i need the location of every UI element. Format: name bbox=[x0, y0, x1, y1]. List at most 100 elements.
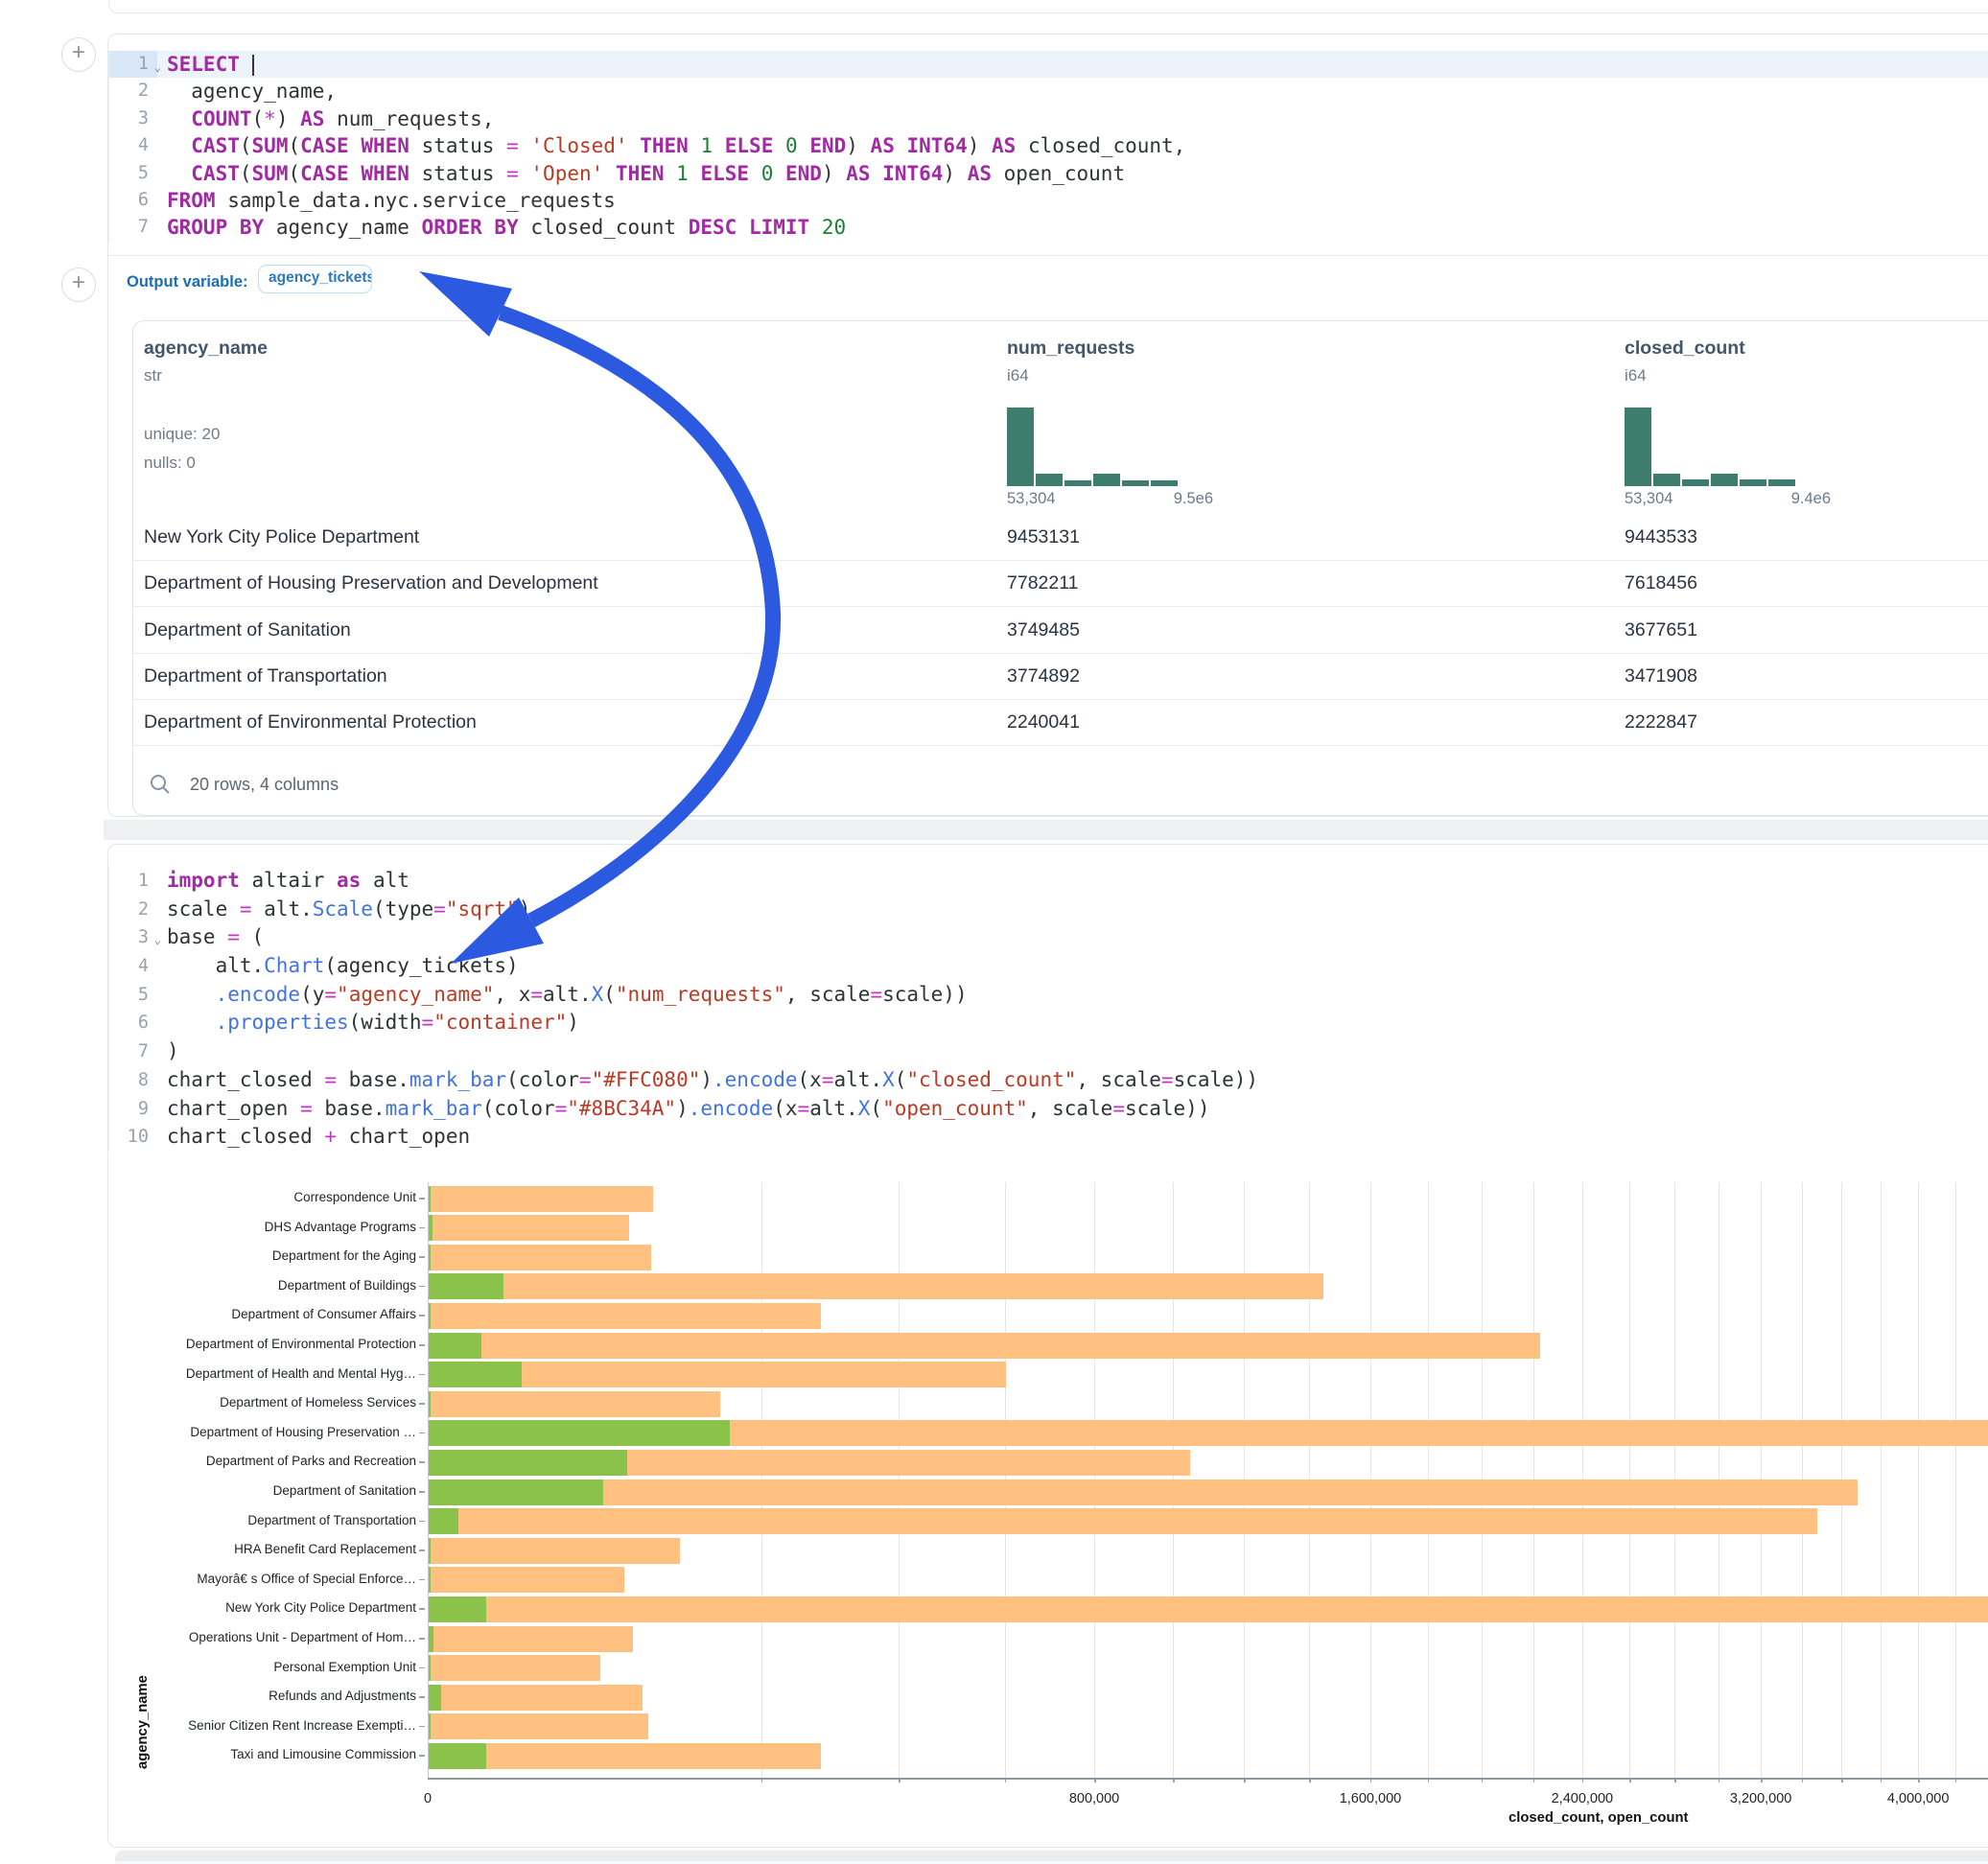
y-axis-tick bbox=[419, 1461, 425, 1463]
python-cell-card: 1import altair as alt2scale = alt.Scale(… bbox=[107, 844, 1988, 1848]
line-number: 2 bbox=[108, 896, 157, 924]
output-variable-label: Output variable: bbox=[127, 273, 248, 291]
table-cell: Department of Transportation bbox=[144, 665, 387, 687]
column-type: i64 bbox=[1007, 366, 1029, 385]
y-axis-tick bbox=[419, 1726, 425, 1728]
table-cell: 2222847 bbox=[1625, 711, 1697, 734]
x-axis-label: 0 bbox=[424, 1791, 432, 1806]
cell-gap bbox=[104, 820, 1988, 840]
y-axis-label: Senior Citizen Rent Increase Exempti… bbox=[129, 1718, 416, 1733]
y-axis-tick bbox=[419, 1256, 425, 1258]
column-header-num-requests[interactable]: num_requests bbox=[1007, 338, 1134, 360]
code-line[interactable]: 2 agency_name, bbox=[108, 78, 1988, 105]
y-axis-label: DHS Advantage Programs bbox=[129, 1220, 416, 1234]
open-bar bbox=[429, 1713, 431, 1739]
add-cell-button-output[interactable]: + bbox=[61, 268, 96, 302]
y-axis-tick bbox=[419, 1403, 425, 1405]
column-header-closed-count[interactable]: closed_count bbox=[1625, 338, 1745, 360]
python-editor[interactable]: 1import altair as alt2scale = alt.Scale(… bbox=[108, 867, 1988, 1152]
fold-chevron-icon[interactable]: ⌄ bbox=[154, 926, 161, 955]
y-axis-tick bbox=[419, 1549, 425, 1551]
table-cell: New York City Police Department bbox=[144, 526, 419, 548]
code-line[interactable]: 3 COUNT(*) AS num_requests, bbox=[108, 105, 1988, 132]
y-axis-label: Mayorâ€ s Office of Special Enforce… bbox=[129, 1572, 416, 1586]
code-line[interactable]: 5 CAST(SUM(CASE WHEN status = 'Open' THE… bbox=[108, 160, 1988, 187]
open-bar bbox=[429, 1450, 627, 1476]
y-axis-tick bbox=[419, 1286, 425, 1288]
hist-min-label: 53,304 bbox=[1625, 490, 1672, 508]
column-header-agency-name[interactable]: agency_name bbox=[144, 338, 268, 360]
code-line[interactable]: 8chart_closed = base.mark_bar(color="#FF… bbox=[108, 1066, 1988, 1095]
y-axis-tick bbox=[419, 1227, 425, 1229]
code-line[interactable]: 5 .encode(y="agency_name", x=alt.X("num_… bbox=[108, 981, 1988, 1010]
y-axis-tick bbox=[419, 1521, 425, 1523]
line-number: 10 bbox=[108, 1123, 157, 1152]
closed-bar bbox=[429, 1186, 653, 1212]
histogram-bar bbox=[1093, 474, 1120, 486]
num-requests-histogram bbox=[1007, 408, 1179, 486]
hist-max-label: 9.4e6 bbox=[1791, 490, 1831, 508]
closed-bar bbox=[429, 1626, 633, 1652]
code-line[interactable]: 4 CAST(SUM(CASE WHEN status = 'Closed' T… bbox=[108, 132, 1988, 159]
code-line[interactable]: 3⌄base = ( bbox=[108, 923, 1988, 952]
table-cell: 9443533 bbox=[1625, 526, 1697, 548]
x-axis-label: 2,400,000 bbox=[1552, 1791, 1614, 1806]
open-bar bbox=[429, 1538, 431, 1564]
code-line[interactable]: 2scale = alt.Scale(type="sqrt") bbox=[108, 896, 1988, 924]
result-table-card: agency_name str unique: 20 nulls: 0 num_… bbox=[132, 320, 1988, 816]
closed-bar bbox=[429, 1596, 1988, 1622]
x-axis-label: 1,600,000 bbox=[1340, 1791, 1402, 1806]
y-axis-label: Correspondence Unit bbox=[129, 1190, 416, 1204]
fold-chevron-icon[interactable]: ⌄ bbox=[154, 54, 161, 81]
x-axis-label: 800,000 bbox=[1069, 1791, 1119, 1806]
code-line[interactable]: 6FROM sample_data.nyc.service_requests bbox=[108, 187, 1988, 214]
x-axis-title: closed_count, open_count bbox=[1509, 1810, 1688, 1826]
hist-min-label: 53,304 bbox=[1007, 490, 1055, 508]
code-line[interactable]: 6 .properties(width="container") bbox=[108, 1009, 1988, 1037]
open-bar bbox=[429, 1245, 431, 1270]
y-axis-tick bbox=[419, 1344, 425, 1346]
open-bar bbox=[429, 1303, 431, 1329]
line-number: 4 bbox=[108, 952, 157, 981]
column-stat-unique: unique: 20 bbox=[144, 425, 220, 444]
y-axis-label: Department of Housing Preservation … bbox=[129, 1425, 416, 1439]
y-axis-tick bbox=[419, 1198, 425, 1200]
table-row[interactable]: Department of Transportation377489234719… bbox=[133, 653, 1988, 699]
line-number: 1 bbox=[108, 867, 157, 896]
table-row[interactable]: Department of Environmental Protection22… bbox=[133, 699, 1988, 745]
gridline bbox=[1955, 1182, 1956, 1778]
open-bar bbox=[429, 1655, 431, 1681]
table-row[interactable]: Department of Housing Preservation and D… bbox=[133, 560, 1988, 606]
y-axis-tick bbox=[419, 1433, 425, 1434]
add-cell-button-top[interactable]: + bbox=[61, 37, 96, 72]
code-line[interactable]: 1⌄SELECT bbox=[108, 51, 1988, 78]
line-number: 7 bbox=[108, 214, 157, 241]
histogram-bar bbox=[1036, 474, 1063, 486]
sql-editor[interactable]: 1⌄SELECT 2 agency_name,3 COUNT(*) AS num… bbox=[108, 51, 1988, 242]
line-number: 8 bbox=[108, 1066, 157, 1095]
search-icon[interactable] bbox=[149, 773, 172, 796]
y-axis-label: Department of Health and Mental Hyg… bbox=[129, 1366, 416, 1381]
code-line[interactable]: 7GROUP BY agency_name ORDER BY closed_co… bbox=[108, 214, 1988, 241]
closed-bar bbox=[429, 1685, 643, 1711]
table-row[interactable]: New York City Police Department945313194… bbox=[133, 514, 1988, 560]
y-axis-label: Operations Unit - Department of Hom… bbox=[129, 1630, 416, 1644]
code-line[interactable]: 7) bbox=[108, 1037, 1988, 1066]
code-line[interactable]: 4 alt.Chart(agency_tickets) bbox=[108, 952, 1988, 981]
open-bar bbox=[429, 1596, 486, 1622]
open-bar bbox=[429, 1273, 503, 1299]
table-cell: 3677651 bbox=[1625, 619, 1697, 641]
x-axis-label: 3,200,000 bbox=[1730, 1791, 1792, 1806]
x-axis-line bbox=[428, 1778, 1988, 1780]
open-bar bbox=[429, 1626, 433, 1652]
closed-bar bbox=[429, 1567, 624, 1593]
y-axis-tick bbox=[419, 1608, 425, 1610]
y-axis-label: New York City Police Department bbox=[129, 1600, 416, 1615]
code-line[interactable]: 9chart_open = base.mark_bar(color="#8BC3… bbox=[108, 1095, 1988, 1124]
table-row[interactable]: Department of Sanitation37494853677651 bbox=[133, 607, 1988, 653]
output-variable-pill[interactable]: agency_tickets bbox=[258, 265, 372, 293]
code-line[interactable]: 1import altair as alt bbox=[108, 867, 1988, 896]
notebook-page: + + 1⌄SELECT 2 agency_name,3 COUNT(*) AS… bbox=[0, 0, 1988, 1864]
y-axis-tick bbox=[419, 1667, 425, 1669]
code-line[interactable]: 10chart_closed + chart_open bbox=[108, 1123, 1988, 1152]
